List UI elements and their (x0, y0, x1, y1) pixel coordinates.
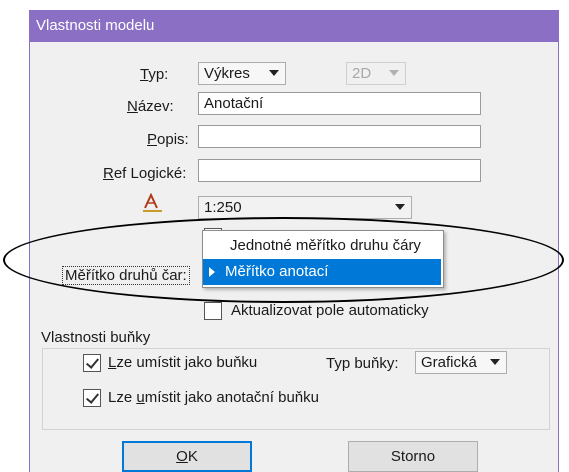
annotation-scale-value: 1:250 (204, 199, 242, 216)
logical-ref-field[interactable] (198, 159, 481, 182)
caret-right-icon (209, 267, 215, 277)
logical-ref-label: Ref Logické: (103, 165, 187, 182)
name-field[interactable]: Anotační (198, 92, 481, 115)
cell-type-select[interactable]: Grafická (415, 351, 507, 374)
ok-button[interactable]: OK (122, 441, 252, 472)
name-label: Název: (127, 98, 174, 115)
dimension-select-value: 2D (352, 65, 372, 82)
annotation-scale-icon (142, 192, 164, 213)
type-select-value: Výkres (204, 65, 250, 82)
window-title: Vlastnosti modelu (36, 17, 155, 34)
type-label: Typ: (140, 66, 169, 83)
dimension-select: 2D (346, 62, 406, 85)
chevron-down-icon (490, 359, 500, 365)
annotation-scale-select[interactable]: 1:250 (198, 196, 412, 219)
title-bar[interactable]: Vlastnosti modelu (30, 10, 558, 42)
dropdown-item-annotation-scale[interactable]: Měřítko anotací (203, 259, 441, 285)
description-label: Popis: (147, 131, 189, 148)
cancel-button[interactable]: Storno (348, 441, 478, 472)
type-select[interactable]: Výkres (198, 62, 286, 85)
place-as-annotation-cell-label: Lze umístit jako anotační buňku (108, 389, 319, 406)
place-as-cell-checkbox[interactable] (83, 354, 101, 372)
dropdown-item-label: Měřítko anotací (225, 263, 329, 280)
cell-type-value: Grafická (421, 354, 477, 371)
dropdown-item-uniform[interactable]: Jednotné měřítko druhu čáry (203, 233, 441, 259)
cell-type-label: Typ buňky: (326, 355, 399, 372)
chevron-down-icon (389, 70, 399, 76)
chevron-down-icon (395, 204, 405, 210)
auto-update-label: Aktualizovat pole automaticky (231, 302, 429, 319)
chevron-down-icon (269, 70, 279, 76)
auto-update-checkbox[interactable] (204, 302, 222, 320)
description-field[interactable] (198, 125, 481, 148)
cell-properties-title: Vlastnosti buňky (38, 329, 154, 346)
line-scale-dropdown: Jednotné měřítko druhu čáry Měřítko anot… (202, 230, 444, 288)
line-scale-label: Měřítko druhů čar: (62, 266, 190, 285)
place-as-annotation-cell-checkbox[interactable] (83, 389, 101, 407)
place-as-cell-label: Lze umístit jako buňku (108, 354, 258, 371)
